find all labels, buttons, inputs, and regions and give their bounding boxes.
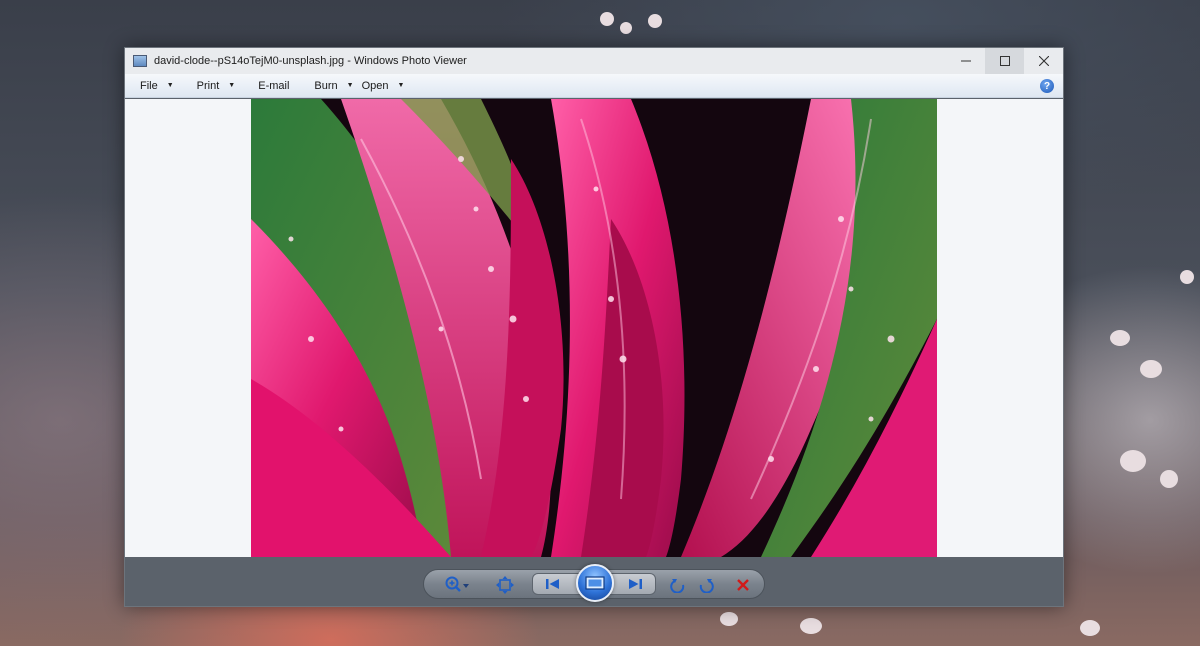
menu-open-label: Open <box>361 79 389 92</box>
maximize-button[interactable] <box>985 48 1024 74</box>
rotate-right-icon <box>699 579 714 593</box>
next-icon <box>629 579 642 589</box>
rotate-left-icon <box>670 579 685 593</box>
photo-viewer-window: david-clode--pS14oTejM0-unsplash.jpg - W… <box>124 47 1064 607</box>
fit-window-icon <box>496 576 514 594</box>
menu-burn[interactable]: Burn ▼ <box>297 74 361 98</box>
menu-burn-label: Burn <box>314 79 338 92</box>
app-icon <box>133 55 147 67</box>
displayed-photo <box>251 99 937 557</box>
next-button[interactable] <box>621 574 649 594</box>
menu-open[interactable]: Open ▼ <box>362 74 413 98</box>
minimize-icon <box>960 60 971 62</box>
rotate-counterclockwise-button[interactable] <box>666 574 690 596</box>
controls-pill <box>423 564 765 602</box>
slideshow-button[interactable] <box>576 564 614 602</box>
close-icon <box>1038 56 1049 66</box>
zoom-button[interactable] <box>442 574 472 596</box>
menu-file-label: File <box>140 79 158 92</box>
chevron-down-icon: ▼ <box>397 82 405 89</box>
help-icon[interactable]: ? <box>1040 79 1054 93</box>
delete-button[interactable] <box>730 574 756 596</box>
menu-email[interactable]: E-mail <box>243 74 297 98</box>
previous-button[interactable] <box>539 574 567 594</box>
close-button[interactable] <box>1024 48 1063 74</box>
menu-print[interactable]: Print ▼ <box>182 74 244 98</box>
image-viewport[interactable] <box>125 99 1063 557</box>
bottom-toolbar <box>125 557 1063 606</box>
previous-icon <box>546 579 559 589</box>
window-controls <box>946 48 1063 74</box>
chevron-down-icon: ▼ <box>166 82 174 89</box>
magnifier-icon <box>445 576 469 592</box>
delete-icon <box>737 579 749 591</box>
menu-print-label: Print <box>196 79 220 92</box>
chevron-down-icon: ▼ <box>228 82 236 89</box>
menu-email-label: E-mail <box>258 79 290 92</box>
title-bar[interactable]: david-clode--pS14oTejM0-unsplash.jpg - W… <box>125 48 1063 74</box>
actual-size-button[interactable] <box>492 574 518 596</box>
menu-bar: File ▼ Print ▼ E-mail Burn ▼ Open ▼ ? <box>125 74 1063 98</box>
chevron-down-icon: ▼ <box>346 82 354 89</box>
maximize-icon <box>999 56 1010 66</box>
rotate-clockwise-button[interactable] <box>694 574 718 596</box>
window-title: david-clode--pS14oTejM0-unsplash.jpg - W… <box>154 55 467 67</box>
minimize-button[interactable] <box>946 48 985 74</box>
menu-file[interactable]: File ▼ <box>125 74 182 98</box>
slideshow-icon <box>585 576 605 590</box>
